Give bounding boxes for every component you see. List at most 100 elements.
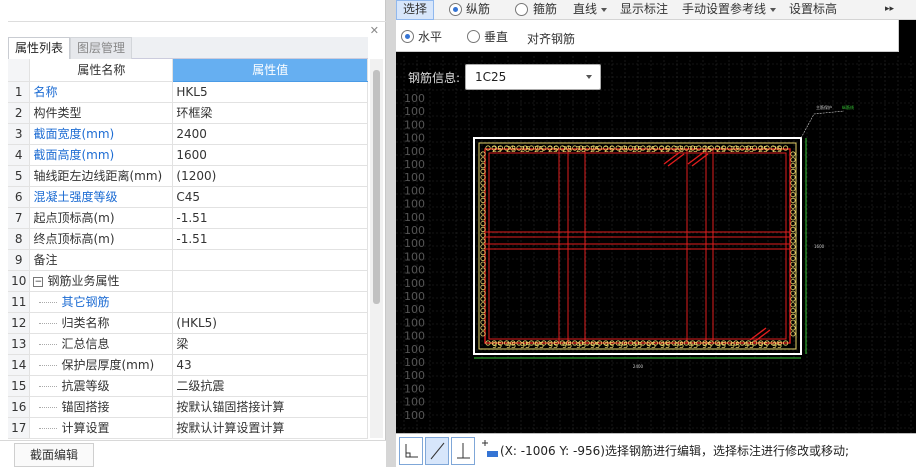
longitudinal-radio[interactable] — [449, 3, 462, 16]
top-bar-label: 25 — [576, 145, 586, 154]
status-bar: (X: -1006 Y: -956)选择钢筋进行编辑，选择标注进行修改或移动; — [396, 433, 916, 467]
table-row[interactable]: 5 轴线距左边线距离(mm) (1200) — [8, 165, 368, 187]
right-bar — [790, 209, 796, 215]
vertical-radio[interactable] — [467, 30, 480, 43]
top-bar-label: 25 — [590, 145, 600, 154]
top-bar-label: 25 — [744, 145, 754, 154]
grid-label: 100 — [404, 396, 425, 409]
property-value[interactable]: 1600 — [172, 144, 368, 166]
property-value[interactable]: 梁 — [172, 333, 368, 355]
rebar-info-select[interactable]: 1C25 — [465, 64, 601, 90]
table-row[interactable]: 6 混凝土强度等级 C45 — [8, 186, 368, 208]
property-value[interactable]: 按默认锚固搭接计算 — [172, 396, 368, 418]
property-value[interactable]: (1200) — [172, 165, 368, 187]
line-dropdown[interactable]: 直线 — [573, 0, 608, 20]
property-value[interactable]: -1.51 — [172, 207, 368, 229]
align-rebar-button[interactable]: 对齐钢筋 — [527, 30, 575, 50]
bottom-bar-label: 95 — [730, 341, 740, 350]
right-bar — [790, 232, 796, 238]
property-value[interactable]: C45 — [172, 186, 368, 208]
property-value[interactable]: 二级抗震 — [172, 375, 368, 397]
property-name-text: 轴线距左边线距离(mm) — [33, 169, 163, 183]
table-row[interactable]: 3 截面宽度(mm) 2400 — [8, 123, 368, 145]
toolbar-more-icon[interactable]: ▸▸ — [885, 0, 894, 20]
property-name: 归类名称 — [29, 312, 174, 334]
index-header — [8, 59, 31, 82]
property-value[interactable] — [172, 291, 368, 313]
property-name: 名称 — [29, 81, 174, 103]
top-bar-label: 25 — [758, 145, 768, 154]
scrollbar-thumb[interactable] — [373, 70, 380, 304]
property-name-text: 计算设置 — [61, 421, 110, 435]
grid-label: 100 — [404, 145, 425, 158]
tab-layer-management[interactable]: 图层管理 — [70, 37, 133, 59]
bottom-bar-label: 95 — [562, 341, 572, 350]
row-index: 2 — [8, 102, 31, 124]
property-name-text: 构件类型 — [33, 106, 82, 120]
transverse-radio[interactable] — [515, 3, 528, 16]
right-bar — [790, 215, 796, 221]
add-dimension-icon[interactable] — [477, 437, 501, 465]
property-value[interactable]: (HKL5) — [172, 312, 368, 334]
select-button[interactable]: 选择 — [396, 0, 434, 20]
table-row[interactable]: 1 名称 HKL5 — [8, 81, 368, 103]
table-row[interactable]: 4 截面高度(mm) 1600 — [8, 144, 368, 166]
collapse-icon[interactable]: − — [33, 276, 44, 287]
leader-line — [800, 110, 845, 139]
table-row[interactable]: 17 计算设置 按默认计算设置计算 — [8, 417, 368, 439]
grid-label: 100 — [404, 330, 425, 343]
set-elevation-button[interactable]: 设置标高 — [789, 0, 837, 20]
property-name: − 钢筋业务属性 — [29, 270, 174, 292]
property-value[interactable]: HKL5 — [172, 81, 368, 103]
table-row[interactable]: 12 归类名称 (HKL5) — [8, 312, 368, 334]
property-value[interactable]: 环框梁 — [172, 102, 368, 124]
property-value[interactable]: -1.51 — [172, 228, 368, 250]
table-row[interactable]: 10− 钢筋业务属性 — [8, 270, 368, 292]
property-name-text: 归类名称 — [61, 316, 110, 330]
show-annotation-button[interactable]: 显示标注 — [620, 0, 668, 20]
grid-label: 100 — [404, 264, 425, 277]
tab-property-list[interactable]: 属性列表 — [8, 37, 71, 59]
tree-connector — [39, 323, 58, 324]
perpendicular-icon[interactable] — [451, 437, 475, 465]
table-row[interactable]: 9 备注 — [8, 249, 368, 271]
row-index: 7 — [8, 207, 31, 229]
tree-connector — [39, 344, 58, 345]
right-bar — [790, 313, 796, 319]
bottom-bar-label: 95 — [758, 341, 768, 350]
row-index: 9 — [8, 249, 31, 271]
property-name-text: 截面宽度(mm) — [33, 127, 115, 141]
table-row[interactable]: 2 构件类型 环框梁 — [8, 102, 368, 124]
panel-divider[interactable] — [386, 0, 396, 467]
section-edit-button[interactable]: 截面编辑 — [14, 443, 94, 467]
property-value[interactable]: 按默认计算设置计算 — [172, 417, 368, 439]
grid-label: 100 — [404, 184, 425, 197]
grid-label: 100 — [404, 382, 425, 395]
property-value[interactable]: 2400 — [172, 123, 368, 145]
ortho-snap-icon[interactable] — [399, 437, 423, 465]
row-index: 10 — [8, 270, 31, 292]
line-draw-icon[interactable] — [425, 437, 449, 465]
horizontal-radio[interactable] — [401, 30, 414, 43]
right-bar — [790, 197, 796, 203]
table-row[interactable]: 16 锚固搭接 按默认锚固搭接计算 — [8, 396, 368, 418]
manual-ref-line-dropdown[interactable]: 手动设置参考线 — [682, 0, 777, 20]
property-value[interactable] — [172, 249, 368, 271]
section-drawing-canvas[interactable]: 1001001001001001001001001001001001001001… — [396, 56, 916, 433]
property-value[interactable]: 43 — [172, 354, 368, 376]
table-row[interactable]: 15 抗震等级 二级抗震 — [8, 375, 368, 397]
table-row[interactable]: 7 起点顶标高(m) -1.51 — [8, 207, 368, 229]
table-row[interactable]: 11 其它钢筋 — [8, 291, 368, 313]
property-value[interactable] — [172, 270, 368, 292]
table-row[interactable]: 13 汇总信息 梁 — [8, 333, 368, 355]
section-editor: 选择 纵筋 箍筋 直线 显示标注 手动设置参考线 设置标高 ▸▸ 水平 垂直 对… — [396, 0, 916, 467]
property-name-text: 截面高度(mm) — [33, 148, 115, 162]
longitudinal-label: 纵筋 — [466, 2, 491, 16]
table-row[interactable]: 14 保护层厚度(mm) 43 — [8, 354, 368, 376]
bottom-bar-label: 95 — [688, 341, 698, 350]
tree-connector — [39, 302, 58, 303]
right-bar — [790, 296, 796, 302]
close-icon[interactable]: ✕ — [370, 24, 379, 37]
chevron-down-icon — [601, 7, 608, 12]
table-row[interactable]: 8 终点顶标高(m) -1.51 — [8, 228, 368, 250]
